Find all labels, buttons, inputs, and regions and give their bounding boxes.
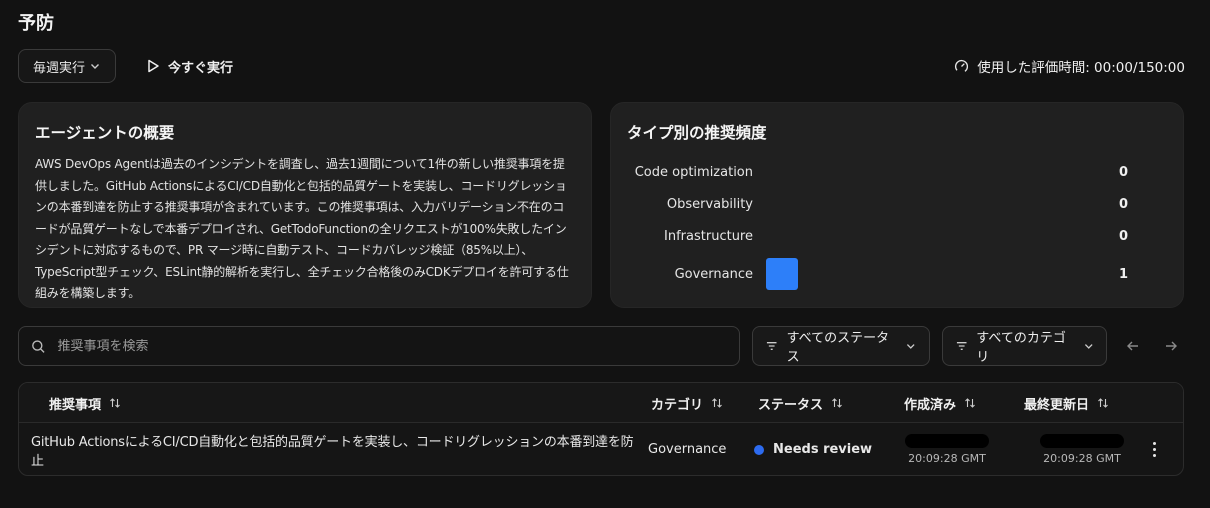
search-box[interactable] [18, 326, 741, 366]
agent-overview-card: エージェントの概要 AWS DevOps Agentは過去のインシデントを調査し… [18, 102, 592, 308]
arrow-left-icon [1126, 341, 1138, 351]
redacted-date [905, 434, 989, 448]
created-time: 20:09:28 GMT [908, 452, 986, 465]
category-filter-label: すべてのカテゴリ [976, 331, 1066, 365]
search-icon [32, 339, 45, 353]
status-cell: Needs review [754, 423, 873, 475]
overview-text: AWS DevOps Agentは過去のインシデントを調査し、過去1週間について… [35, 157, 569, 300]
column-header-category[interactable]: カテゴリ [651, 383, 723, 423]
freq-count: 0 [1119, 164, 1129, 180]
sort-icon [832, 398, 842, 408]
column-header-label: 作成済み [904, 397, 957, 413]
schedule-label: 毎週実行 [33, 60, 86, 76]
status-filter-dropdown[interactable]: すべてのステータス [752, 326, 930, 366]
updated-cell: 20:09:28 GMT [1039, 423, 1125, 475]
freq-row-infrastructure: Infrastructure 0 [611, 220, 1183, 252]
freq-row-observability: Observability 0 [611, 188, 1183, 220]
sort-icon [712, 398, 722, 408]
status-dot [754, 444, 764, 455]
freq-label: Code optimization [634, 164, 753, 180]
column-header-label: カテゴリ [651, 397, 704, 413]
category-filter-dropdown[interactable]: すべてのカテゴリ [941, 326, 1108, 366]
filter-icon [767, 341, 777, 351]
toolbar: 毎週実行 今すぐ実行 使用した評価時間: 00:00/150:00 [18, 49, 1185, 83]
created-cell: 20:09:28 GMT [904, 423, 990, 475]
column-header-status[interactable]: ステータス [758, 383, 843, 423]
status-label: Needs review [773, 442, 873, 457]
arrow-right-icon [1166, 341, 1178, 351]
freq-row-governance: Governance 1 [611, 258, 1183, 290]
sort-icon [965, 398, 975, 408]
status-filter-label: すべてのステータス [786, 331, 890, 365]
column-header-recommendation[interactable]: 推奨事項 [49, 383, 121, 423]
recommendations-table: 推奨事項 カテゴリ ステータス 作成済み 最終更新日 GitHub Action… [18, 382, 1184, 476]
freq-bar [766, 258, 798, 290]
freq-label: Infrastructure [664, 228, 753, 244]
updated-time: 20:09:28 GMT [1043, 452, 1121, 465]
column-header-label: ステータス [758, 397, 824, 413]
overview-title: エージェントの概要 [35, 124, 175, 142]
freq-row-code-optimization: Code optimization 0 [611, 156, 1183, 188]
freq-label: Observability [666, 196, 753, 212]
prev-page-button[interactable] [1119, 326, 1146, 366]
row-actions-button[interactable] [1147, 423, 1161, 475]
filter-icon [956, 341, 967, 351]
chevron-down-icon [907, 344, 915, 349]
column-header-updated[interactable]: 最終更新日 [1024, 383, 1109, 423]
play-icon [148, 59, 159, 73]
freq-count: 0 [1119, 196, 1129, 212]
freq-label: Governance [674, 266, 753, 282]
column-header-label: 最終更新日 [1024, 397, 1090, 413]
frequency-card: タイプ別の推奨頻度 Code optimization 0 Observabil… [610, 102, 1184, 308]
filter-bar: すべてのステータス すべてのカテゴリ [18, 326, 1185, 366]
freq-count: 0 [1119, 228, 1129, 244]
table-header: 推奨事項 カテゴリ ステータス 作成済み 最終更新日 [19, 383, 1183, 423]
chevron-down-icon [91, 64, 100, 69]
schedule-dropdown[interactable]: 毎週実行 [18, 49, 117, 83]
run-now-label: 今すぐ実行 [168, 60, 234, 76]
page-title: 予防 [18, 13, 54, 34]
eval-time: 使用した評価時間: 00:00/150:00 [954, 56, 1185, 76]
next-page-button[interactable] [1158, 326, 1185, 366]
freq-count: 1 [1119, 266, 1129, 282]
column-header-label: 推奨事項 [49, 397, 102, 413]
chevron-down-icon [1084, 344, 1093, 349]
column-header-created[interactable]: 作成済み [904, 383, 976, 423]
search-input[interactable] [57, 338, 728, 354]
redacted-date [1040, 434, 1124, 448]
sort-icon [110, 398, 120, 408]
eval-time-label: 使用した評価時間: 00:00/150:00 [977, 60, 1185, 76]
more-vertical-icon [1147, 442, 1161, 457]
frequency-title: タイプ別の推奨頻度 [627, 124, 767, 142]
recommendation-cell[interactable]: GitHub ActionsによるCI/CD自動化と包括的品質ゲートを実装し、コ… [31, 423, 636, 475]
run-now-button[interactable]: 今すぐ実行 [132, 49, 247, 83]
gauge-icon [955, 59, 969, 73]
category-cell: Governance [648, 442, 727, 457]
sort-icon [1098, 398, 1108, 408]
table-row[interactable]: GitHub ActionsによるCI/CD自動化と包括的品質ゲートを実装し、コ… [19, 423, 1183, 475]
